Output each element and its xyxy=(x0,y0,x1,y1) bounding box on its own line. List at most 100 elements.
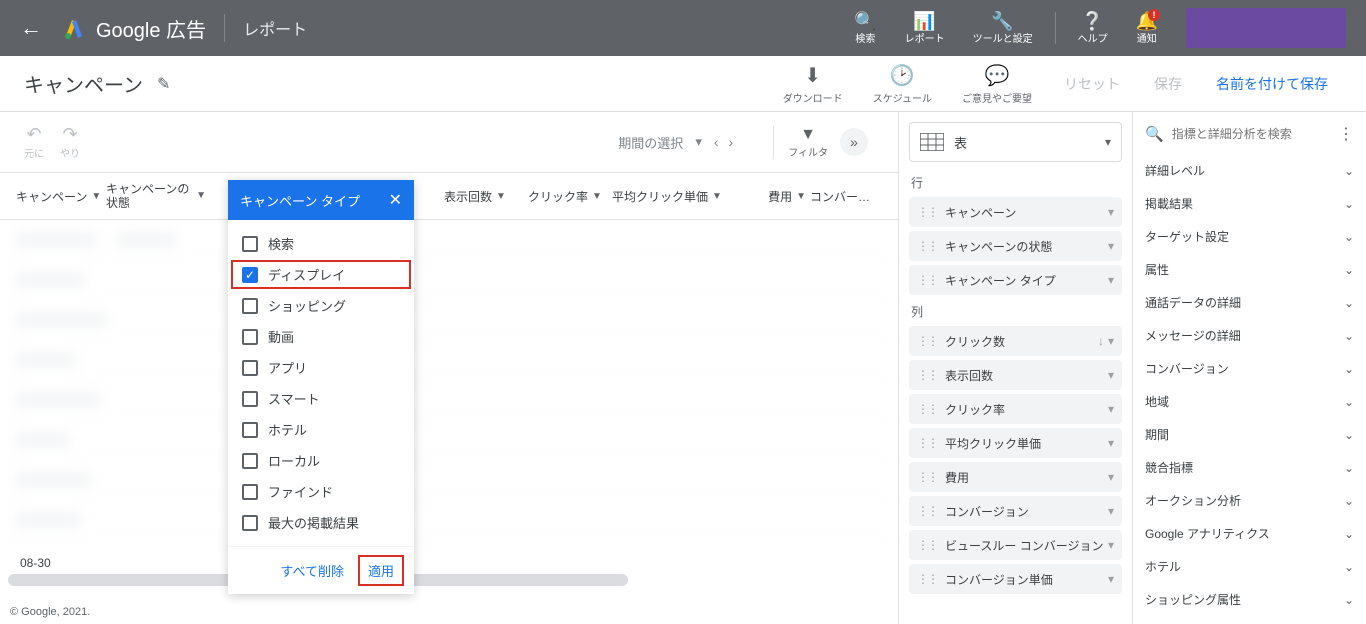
filter-option-8[interactable]: ファインド xyxy=(228,476,414,507)
chip-label: キャンペーンの状態 xyxy=(945,238,1104,255)
category-2[interactable]: ターゲット設定⌄ xyxy=(1141,220,1358,253)
filter-option-1[interactable]: ✓ディスプレイ xyxy=(232,261,410,288)
chevron-down-icon: ▾ xyxy=(1108,572,1114,586)
redo-button[interactable]: ↷やり xyxy=(60,124,80,160)
chevron-down-icon: ▾ xyxy=(1108,504,1114,518)
feedback-button[interactable]: 💬ご意見やご要望 xyxy=(950,63,1044,105)
view-label: 表 xyxy=(954,133,1095,152)
filter-option-0[interactable]: 検索 xyxy=(228,228,414,259)
double-chevron-right-icon: » xyxy=(850,134,858,150)
category-6[interactable]: コンバージョン⌄ xyxy=(1141,352,1358,385)
save-as-button[interactable]: 名前を付けて保存 xyxy=(1202,74,1342,94)
brand-area[interactable]: Google 広告 xyxy=(62,14,206,43)
checkbox-icon xyxy=(242,453,258,469)
chip-label: クリック数 xyxy=(945,333,1094,350)
metrics-search-input[interactable] xyxy=(1172,127,1330,141)
google-ads-logo-icon xyxy=(62,16,86,40)
back-arrow-icon[interactable]: ← xyxy=(20,15,42,41)
col-impressions[interactable]: 表示回数▼ xyxy=(444,188,524,205)
category-12[interactable]: ホテル⌄ xyxy=(1141,550,1358,583)
category-14[interactable]: 品質スコア⌄ xyxy=(1141,616,1358,624)
col-ctr[interactable]: クリック率▼ xyxy=(528,188,608,205)
chip-rows-chips-2[interactable]: ⋮⋮キャンペーン タイプ▾ xyxy=(909,265,1122,295)
filter-option-4[interactable]: アプリ xyxy=(228,352,414,383)
reports-button[interactable]: 📊レポート xyxy=(895,11,955,45)
account-switcher[interactable] xyxy=(1186,8,1346,48)
chip-label: コンバージョン単価 xyxy=(945,571,1104,588)
help-button[interactable]: ❔ヘルプ xyxy=(1068,11,1118,45)
filter-option-9[interactable]: 最大の掲載結果 xyxy=(228,507,414,538)
col-status[interactable]: キャンペーンの状態▼ xyxy=(106,182,206,210)
filter-option-label: ディスプレイ xyxy=(268,265,345,284)
help-icon: ❔ xyxy=(1081,11,1103,32)
filter-option-6[interactable]: ホテル xyxy=(228,414,414,445)
category-9[interactable]: 競合指標⌄ xyxy=(1141,451,1358,484)
search-button[interactable]: 🔍検索 xyxy=(844,11,886,45)
chip-cols-chips-7[interactable]: ⋮⋮コンバージョン単価▾ xyxy=(909,564,1122,594)
category-5[interactable]: メッセージの詳細⌄ xyxy=(1141,319,1358,352)
chevron-down-icon: ▾ xyxy=(695,134,702,150)
top-header: ← Google 広告 レポート 🔍検索 📊レポート 🔧ツールと設定 ❔ヘルプ … xyxy=(0,0,1366,56)
close-icon[interactable]: ✕ xyxy=(389,190,402,210)
category-1[interactable]: 掲載結果⌄ xyxy=(1141,187,1358,220)
clear-all-button[interactable]: すべて削除 xyxy=(272,557,352,584)
chip-cols-chips-0[interactable]: ⋮⋮クリック数↓▾ xyxy=(909,326,1122,356)
chip-cols-chips-6[interactable]: ⋮⋮ビュースルー コンバージョン▾ xyxy=(909,530,1122,560)
chip-label: キャンペーン xyxy=(945,204,1104,221)
schedule-button[interactable]: 🕑スケジュール xyxy=(861,63,944,105)
rows-section-label: 行 xyxy=(911,174,1120,191)
chip-cols-chips-2[interactable]: ⋮⋮クリック率▾ xyxy=(909,394,1122,424)
chip-cols-chips-1[interactable]: ⋮⋮表示回数▾ xyxy=(909,360,1122,390)
category-11[interactable]: Google アナリティクス⌄ xyxy=(1141,517,1358,550)
expand-panel-toggle[interactable]: » xyxy=(840,128,868,156)
filter-option-3[interactable]: 動画 xyxy=(228,321,414,352)
col-avg-cpc[interactable]: 平均クリック単価▼ xyxy=(612,188,732,205)
filter-option-label: ローカル xyxy=(268,451,320,470)
chip-rows-chips-1[interactable]: ⋮⋮キャンペーンの状態▾ xyxy=(909,231,1122,261)
save-button[interactable]: 保存 xyxy=(1140,74,1196,94)
apply-button[interactable]: 適用 xyxy=(360,557,402,584)
view-type-selector[interactable]: 表 ▾ xyxy=(909,122,1122,162)
col-conversions[interactable]: コンバー… xyxy=(810,188,870,205)
category-10[interactable]: オークション分析⌄ xyxy=(1141,484,1358,517)
edit-title-icon[interactable]: ✎ xyxy=(157,74,170,94)
chevron-down-icon: ⌄ xyxy=(1344,527,1354,541)
period-next[interactable]: › xyxy=(729,134,734,150)
category-label: 通話データの詳細 xyxy=(1145,294,1241,311)
category-13[interactable]: ショッピング属性⌄ xyxy=(1141,583,1358,616)
undo-button[interactable]: ↶元に xyxy=(24,124,44,160)
notifications-button[interactable]: 🔔!通知 xyxy=(1126,11,1168,45)
chip-rows-chips-0[interactable]: ⋮⋮キャンペーン▾ xyxy=(909,197,1122,227)
period-selector[interactable]: 期間の選択 ▾ ‹ › xyxy=(618,133,733,152)
table-header: キャンペーン▼ キャンペーンの状態▼ 表示回数▼ クリック率▼ 平均クリック単価… xyxy=(0,172,898,220)
category-label: オークション分析 xyxy=(1145,492,1241,509)
reset-button[interactable]: リセット xyxy=(1050,74,1134,94)
category-8[interactable]: 期間⌄ xyxy=(1141,418,1358,451)
notification-badge: ! xyxy=(1148,9,1160,21)
tools-button[interactable]: 🔧ツールと設定 xyxy=(963,11,1043,45)
category-3[interactable]: 属性⌄ xyxy=(1141,253,1358,286)
filter-option-7[interactable]: ローカル xyxy=(228,445,414,476)
category-0[interactable]: 詳細レベル⌄ xyxy=(1141,154,1358,187)
filter-option-label: ファインド xyxy=(268,482,333,501)
filter-option-2[interactable]: ショッピング xyxy=(228,290,414,321)
filter-option-5[interactable]: スマート xyxy=(228,383,414,414)
chip-cols-chips-4[interactable]: ⋮⋮費用▾ xyxy=(909,462,1122,492)
category-7[interactable]: 地域⌄ xyxy=(1141,385,1358,418)
filter-option-label: ホテル xyxy=(268,420,307,439)
download-button[interactable]: ⬇ダウンロード xyxy=(771,63,855,105)
col-cost[interactable]: 費用▼ xyxy=(736,188,806,205)
category-label: 属性 xyxy=(1145,261,1169,278)
filter-button[interactable]: ▼フィルタ xyxy=(788,126,828,159)
category-4[interactable]: 通話データの詳細⌄ xyxy=(1141,286,1358,319)
drag-handle-icon: ⋮⋮ xyxy=(917,538,937,552)
chip-label: ビュースルー コンバージョン xyxy=(945,537,1104,554)
period-prev[interactable]: ‹ xyxy=(714,134,719,150)
chip-cols-chips-3[interactable]: ⋮⋮平均クリック単価▾ xyxy=(909,428,1122,458)
col-campaign[interactable]: キャンペーン▼ xyxy=(16,188,102,205)
drag-handle-icon: ⋮⋮ xyxy=(917,402,937,416)
more-menu-icon[interactable]: ⋮ xyxy=(1338,124,1354,144)
filter-option-label: ショッピング xyxy=(268,296,346,315)
chip-cols-chips-5[interactable]: ⋮⋮コンバージョン▾ xyxy=(909,496,1122,526)
date-cell: 08-30 xyxy=(20,556,51,570)
